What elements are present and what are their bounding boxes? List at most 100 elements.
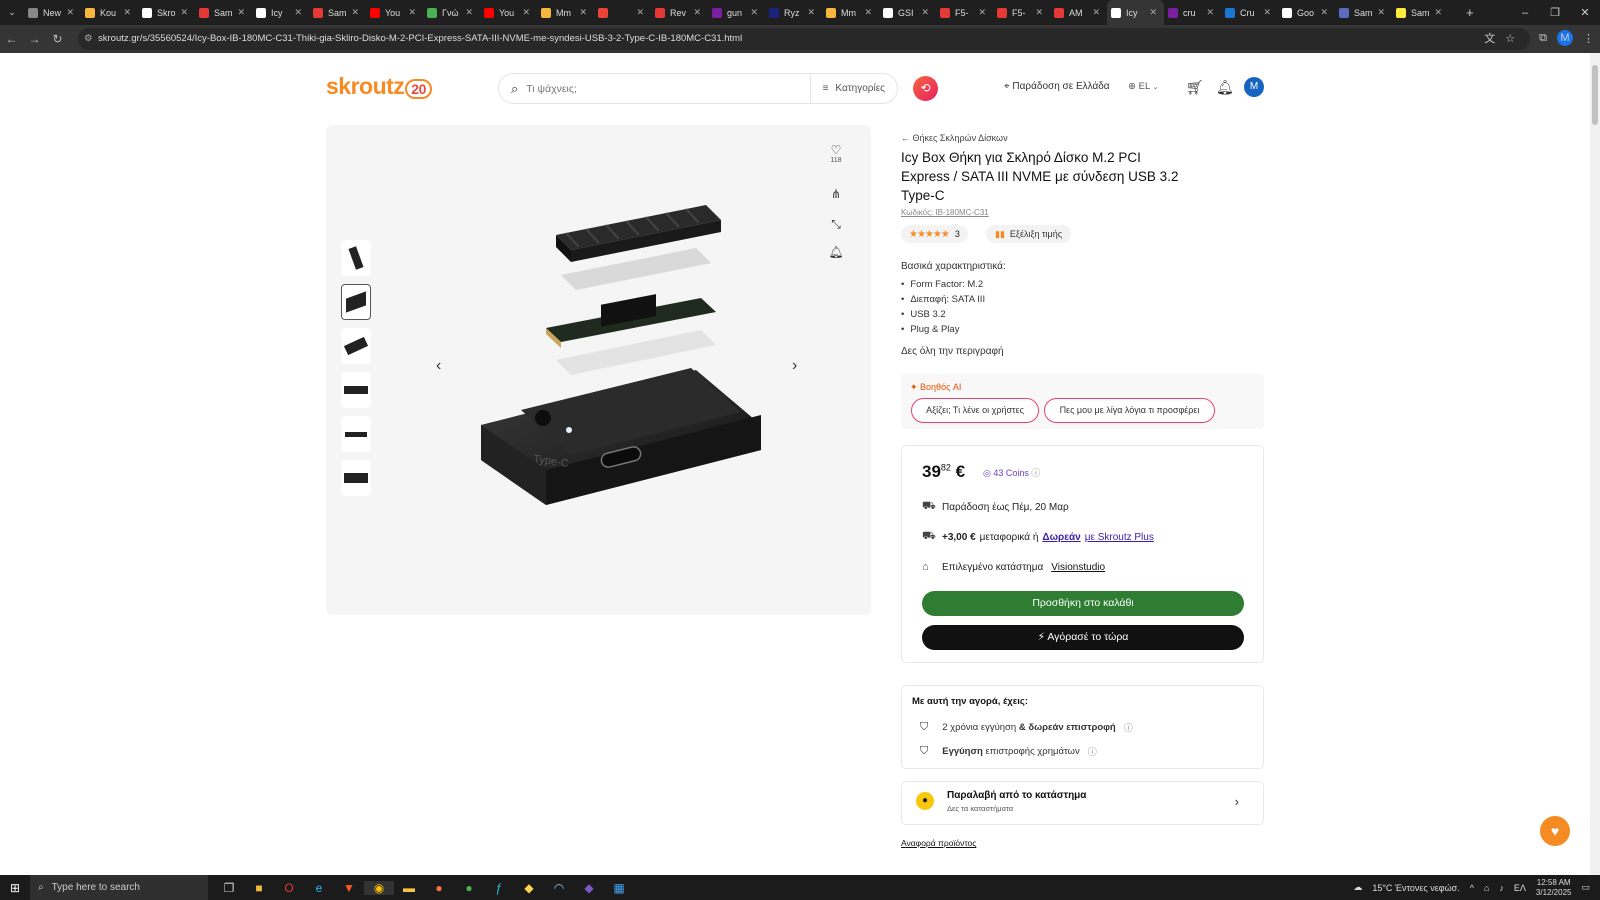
app-icon[interactable]: ◆ [514, 881, 544, 895]
tab-close-icon[interactable]: ✕ [465, 7, 473, 18]
skroutz-logo[interactable]: skroutz 20 [326, 73, 432, 100]
thumbnail[interactable] [341, 416, 371, 452]
tab-close-icon[interactable]: ✕ [1320, 7, 1328, 18]
browser-tab[interactable]: You ✕ [366, 0, 423, 25]
browser-tab[interactable]: Cru ✕ [1221, 0, 1278, 25]
browser-tab[interactable]: AM ✕ [1050, 0, 1107, 25]
store-pickup-card[interactable]: ● Παραλαβή από το κατάστημα Δες τα κατασ… [901, 781, 1264, 825]
tab-close-icon[interactable]: ✕ [579, 7, 587, 18]
profile-avatar[interactable]: M [1557, 30, 1573, 46]
browser-tab[interactable]: Rev ✕ [651, 0, 708, 25]
browser-tab[interactable]: F5- ✕ [936, 0, 993, 25]
add-to-cart-button[interactable]: Προσθήκη στο καλάθι [922, 591, 1244, 616]
tab-close-icon[interactable]: ✕ [1377, 7, 1385, 18]
back-icon[interactable]: ← [0, 32, 23, 46]
tab-close-icon[interactable]: ✕ [807, 7, 815, 18]
browser-tab[interactable]: GSI ✕ [879, 0, 936, 25]
tab-close-icon[interactable]: ✕ [1434, 7, 1442, 18]
tab-close-icon[interactable]: ✕ [864, 7, 872, 18]
info-icon[interactable]: ⓘ [1031, 468, 1040, 478]
share-button[interactable]: ⋔ [826, 187, 846, 201]
url-field[interactable]: ⚙ skroutz.gr/s/35560524/Icy-Box-IB-180MC… [78, 28, 1530, 50]
tab-close-icon[interactable]: ✕ [1149, 7, 1157, 18]
categories-button[interactable]: ≡ Κατηγορίες [809, 74, 897, 103]
browser-tab[interactable]: ✕ [594, 0, 651, 25]
browser-tab-active[interactable]: Icy ✕ [1107, 0, 1164, 25]
taskbar-search[interactable]: ⌕ Type here to search [30, 875, 208, 900]
search-input[interactable] [526, 82, 807, 95]
clock[interactable]: 12:58 AM 3/12/2025 [1536, 878, 1572, 898]
delivery-location[interactable]: ⌖ Παράδοση σε Ελλάδα [1004, 81, 1110, 92]
coins-badge[interactable]: ◎ 43 Coins ⓘ [983, 466, 1040, 479]
volume-icon[interactable]: ♪ [1499, 883, 1504, 893]
browser-tab[interactable]: Sam ✕ [1335, 0, 1392, 25]
app-icon[interactable]: ◆ [574, 881, 604, 895]
user-avatar[interactable]: M [1244, 77, 1264, 97]
restore-icon[interactable]: ❐ [1540, 6, 1570, 19]
tab-close-icon[interactable]: ✕ [522, 7, 530, 18]
thumbnail[interactable] [341, 328, 371, 364]
tab-close-icon[interactable]: ✕ [180, 7, 188, 18]
network-icon[interactable]: ⌂ [1484, 883, 1489, 893]
tab-close-icon[interactable]: ✕ [66, 7, 74, 18]
product-code[interactable]: Κωδικός: IB-180MC-C31 [901, 208, 989, 217]
file-explorer-icon[interactable]: ▬ [394, 881, 424, 895]
tab-close-icon[interactable]: ✕ [1206, 7, 1214, 18]
task-view-icon[interactable]: ❐ [214, 881, 244, 895]
tab-close-icon[interactable]: ✕ [294, 7, 302, 18]
browser-tab[interactable]: New ✕ [24, 0, 81, 25]
browser-menu-icon[interactable]: ⋮ [1583, 32, 1594, 45]
windows-start-icon[interactable]: ⊞ [0, 881, 30, 895]
minimize-icon[interactable]: – [1510, 7, 1540, 19]
thumbnail-selected[interactable] [341, 284, 371, 320]
browser-tab[interactable]: Sam ✕ [195, 0, 252, 25]
thumbnail[interactable] [341, 460, 371, 496]
breadcrumb[interactable]: ← Θήκες Σκληρών Δίσκων [901, 133, 1008, 143]
browser-tab[interactable]: Goo ✕ [1278, 0, 1335, 25]
calendar-icon[interactable]: ▦ [604, 881, 634, 895]
free-shipping-link[interactable]: Δωρεάν [1042, 532, 1080, 543]
wechat-icon[interactable]: ● [454, 881, 484, 895]
bell-icon[interactable]: 🔔︎ [1216, 79, 1234, 96]
bookmark-star-icon[interactable]: ☆ [1505, 32, 1515, 45]
close-window-icon[interactable]: ✕ [1570, 6, 1600, 19]
favorite-button[interactable]: ♡ 118 [826, 143, 846, 164]
tab-close-icon[interactable]: ✕ [351, 7, 359, 18]
weather-icon[interactable]: ☁ [1353, 882, 1362, 893]
firefox-icon[interactable]: ● [424, 881, 454, 895]
ai-assistant-button[interactable]: ⟲ [913, 76, 938, 101]
rating-badge[interactable]: ★★★★★ 3 [901, 225, 968, 243]
opera-icon[interactable]: O [274, 881, 304, 895]
gallery-prev-arrow[interactable]: ‹ [436, 357, 441, 375]
browser-tab[interactable]: F5- ✕ [993, 0, 1050, 25]
browser-tab[interactable]: Mm ✕ [822, 0, 879, 25]
edge-icon[interactable]: e [304, 881, 334, 895]
brave-icon[interactable]: ▼ [334, 881, 364, 895]
page-scrollbar[interactable] [1590, 53, 1600, 875]
scrollbar-thumb[interactable] [1592, 65, 1598, 125]
chrome-icon[interactable]: ◉ [364, 880, 394, 895]
price-alert-button[interactable]: 🔔︎ [826, 245, 846, 259]
tab-close-icon[interactable]: ✕ [978, 7, 986, 18]
favorites-fab[interactable]: ♥ [1540, 816, 1570, 846]
tab-close-icon[interactable]: ✕ [1035, 7, 1043, 18]
browser-tab[interactable]: gun ✕ [708, 0, 765, 25]
site-info-icon[interactable]: ⚙ [84, 28, 93, 50]
tab-close-icon[interactable]: ✕ [1263, 7, 1271, 18]
browser-tab[interactable]: Ryz ✕ [765, 0, 822, 25]
script-app-icon[interactable]: ƒ [484, 881, 514, 895]
ai-chip-reviews[interactable]: Αξίζει; Τι λένε οι χρήστες [911, 398, 1039, 423]
weather-text[interactable]: 15°C Έντονες νεφώσ. [1372, 883, 1459, 893]
gallery-next-arrow[interactable]: › [792, 357, 797, 375]
language-selector[interactable]: ⊕ EL ⌄ [1128, 81, 1158, 92]
browser-tab[interactable]: Sam ✕ [309, 0, 366, 25]
report-product-link[interactable]: Αναφορά προϊόντος [901, 838, 976, 848]
skroutz-plus-link[interactable]: με Skroutz Plus [1085, 532, 1154, 543]
tab-close-icon[interactable]: ✕ [237, 7, 245, 18]
new-tab-button[interactable]: + [1466, 5, 1474, 20]
tab-close-icon[interactable]: ✕ [921, 7, 929, 18]
ai-chip-summary[interactable]: Πες μου με λίγα λόγια τι προσφέρει [1044, 398, 1215, 423]
browser-tab[interactable]: Sam ✕ [1392, 0, 1449, 25]
thumbnail[interactable] [341, 240, 371, 276]
tab-close-icon[interactable]: ✕ [1092, 7, 1100, 18]
